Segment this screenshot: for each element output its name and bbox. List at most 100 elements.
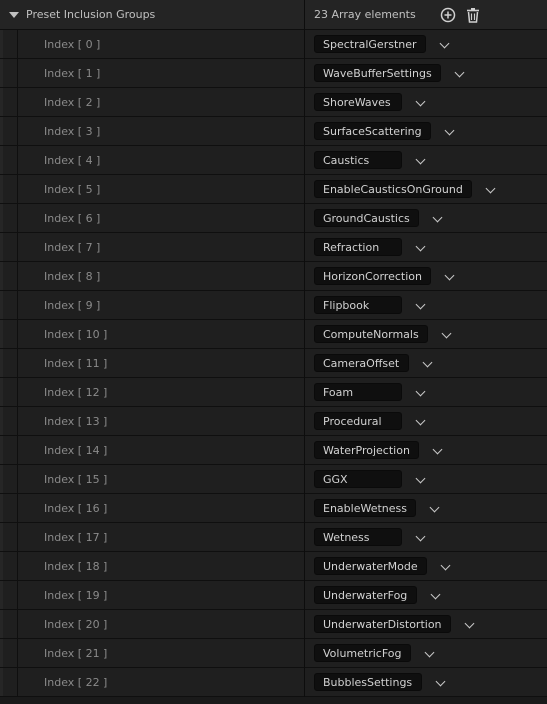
combo-value: HorizonCorrection xyxy=(323,270,422,283)
array-element-row: Index [ 20 ] UnderwaterDistortion xyxy=(0,610,547,639)
value-combo-box[interactable]: CameraOffset xyxy=(314,354,409,372)
row-gutter xyxy=(0,523,3,551)
index-label: Index [ 14 ] xyxy=(44,444,108,457)
row-name-cell: Index [ 10 ] xyxy=(0,320,304,348)
row-value-cell: VolumetricFog xyxy=(305,639,547,667)
value-combo-box[interactable]: Refraction xyxy=(314,238,402,256)
chevron-down-icon[interactable] xyxy=(415,386,426,397)
combo-value: UnderwaterMode xyxy=(323,560,418,573)
column-splitter[interactable] xyxy=(304,0,305,704)
array-property-header[interactable]: Preset Inclusion Groups 23 Array element… xyxy=(0,0,547,30)
chevron-down-icon[interactable] xyxy=(430,589,441,600)
chevron-down-icon[interactable] xyxy=(485,183,496,194)
value-combo-box[interactable]: SpectralGerstner xyxy=(314,35,426,53)
row-value-cell: SurfaceScattering xyxy=(305,117,547,145)
chevron-down-icon[interactable] xyxy=(432,212,443,223)
value-combo-box[interactable]: BubblesSettings xyxy=(314,673,422,691)
value-combo-box[interactable]: HorizonCorrection xyxy=(314,267,431,285)
indent-guide xyxy=(17,59,18,87)
chevron-down-icon[interactable] xyxy=(422,357,433,368)
chevron-down-icon[interactable] xyxy=(454,67,465,78)
combo-value: Wetness xyxy=(323,531,370,544)
index-label: Index [ 1 ] xyxy=(44,67,101,80)
chevron-down-icon[interactable] xyxy=(415,531,426,542)
combo-value: WaterProjection xyxy=(323,444,410,457)
details-panel: Preset Inclusion Groups 23 Array element… xyxy=(0,0,547,704)
value-combo-box[interactable]: ShoreWaves xyxy=(314,93,402,111)
array-element-row: Index [ 6 ] GroundCaustics xyxy=(0,204,547,233)
combo-value: Foam xyxy=(323,386,354,399)
combo-value: GGX xyxy=(323,473,348,486)
chevron-down-icon[interactable] xyxy=(415,415,426,426)
array-element-row: Index [ 10 ] ComputeNormals xyxy=(0,320,547,349)
combo-value: EnableCausticsOnGround xyxy=(323,183,463,196)
chevron-down-icon[interactable] xyxy=(435,676,446,687)
chevron-down-icon[interactable] xyxy=(444,125,455,136)
row-value-cell: GroundCaustics xyxy=(305,204,547,232)
combo-value: GroundCaustics xyxy=(323,212,410,225)
index-label: Index [ 17 ] xyxy=(44,531,108,544)
value-combo-box[interactable]: UnderwaterDistortion xyxy=(314,615,451,633)
value-combo-box[interactable]: WaveBufferSettings xyxy=(314,64,441,82)
index-label: Index [ 7 ] xyxy=(44,241,101,254)
chevron-down-icon[interactable] xyxy=(424,647,435,658)
chevron-down-icon[interactable] xyxy=(415,154,426,165)
array-element-row: Index [ 12 ] Foam xyxy=(0,378,547,407)
add-circle-icon[interactable] xyxy=(439,6,457,24)
row-gutter xyxy=(0,204,3,232)
value-combo-box[interactable]: GGX xyxy=(314,470,402,488)
value-combo-box[interactable]: Procedural xyxy=(314,412,402,430)
combo-value: BubblesSettings xyxy=(323,676,413,689)
panel-footer xyxy=(0,697,547,704)
index-label: Index [ 4 ] xyxy=(44,154,101,167)
chevron-down-icon[interactable] xyxy=(415,473,426,484)
value-combo-box[interactable]: WaterProjection xyxy=(314,441,419,459)
indent-guide xyxy=(17,233,18,261)
row-gutter xyxy=(0,552,3,580)
indent-guide xyxy=(17,668,18,696)
array-element-row: Index [ 18 ] UnderwaterMode xyxy=(0,552,547,581)
chevron-down-icon[interactable] xyxy=(441,328,452,339)
chevron-down-icon[interactable] xyxy=(415,241,426,252)
value-combo-box[interactable]: Wetness xyxy=(314,528,402,546)
value-combo-box[interactable]: EnableCausticsOnGround xyxy=(314,180,472,198)
value-combo-box[interactable]: EnableWetness xyxy=(314,499,416,517)
array-element-row: Index [ 14 ] WaterProjection xyxy=(0,436,547,465)
value-combo-box[interactable]: Foam xyxy=(314,383,402,401)
value-combo-box[interactable]: GroundCaustics xyxy=(314,209,419,227)
value-combo-box[interactable]: ComputeNormals xyxy=(314,325,428,343)
chevron-down-icon[interactable] xyxy=(429,502,440,513)
row-gutter xyxy=(0,30,3,58)
value-combo-box[interactable]: VolumetricFog xyxy=(314,644,411,662)
value-combo-box[interactable]: UnderwaterMode xyxy=(314,557,427,575)
indent-guide xyxy=(17,291,18,319)
chevron-down-icon[interactable] xyxy=(464,618,475,629)
chevron-down-icon[interactable] xyxy=(415,299,426,310)
value-combo-box[interactable]: Flipbook xyxy=(314,296,402,314)
value-combo-box[interactable]: SurfaceScattering xyxy=(314,122,431,140)
chevron-down-icon[interactable] xyxy=(444,270,455,281)
chevron-down-icon[interactable] xyxy=(439,38,450,49)
row-gutter xyxy=(0,59,3,87)
index-label: Index [ 9 ] xyxy=(44,299,101,312)
combo-value: UnderwaterFog xyxy=(323,589,408,602)
chevron-down-icon[interactable] xyxy=(415,96,426,107)
indent-guide xyxy=(17,320,18,348)
row-gutter xyxy=(0,465,3,493)
indent-guide xyxy=(17,175,18,203)
trash-icon[interactable] xyxy=(464,6,482,24)
chevron-down-icon[interactable] xyxy=(432,444,443,455)
array-element-row: Index [ 13 ] Procedural xyxy=(0,407,547,436)
row-name-cell: Index [ 7 ] xyxy=(0,233,304,261)
indent-guide xyxy=(17,494,18,522)
value-combo-box[interactable]: UnderwaterFog xyxy=(314,586,417,604)
value-combo-box[interactable]: Caustics xyxy=(314,151,402,169)
row-value-cell: UnderwaterDistortion xyxy=(305,610,547,638)
chevron-down-icon[interactable] xyxy=(440,560,451,571)
array-element-list: Index [ 0 ] SpectralGerstner Index [ 1 ]… xyxy=(0,30,547,697)
expand-arrow-icon[interactable] xyxy=(9,12,19,18)
combo-value: VolumetricFog xyxy=(323,647,402,660)
row-name-cell: Index [ 4 ] xyxy=(0,146,304,174)
array-element-row: Index [ 7 ] Refraction xyxy=(0,233,547,262)
row-value-cell: EnableCausticsOnGround xyxy=(305,175,547,203)
